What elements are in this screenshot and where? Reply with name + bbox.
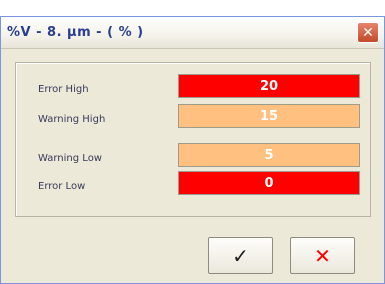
close-icon: ✕ — [362, 24, 374, 41]
window-title: %V - 8. µm - ( % ) — [7, 25, 144, 40]
warning-low-label: Warning Low — [38, 153, 102, 164]
checkmark-icon: ✓ — [232, 243, 249, 268]
ok-button[interactable]: ✓ — [208, 237, 273, 274]
error-low-label: Error Low — [38, 181, 86, 192]
cancel-button[interactable]: ✕ — [290, 237, 355, 274]
error-high-label: Error High — [38, 84, 89, 95]
warning-high-label: Warning High — [38, 114, 106, 125]
cancel-x-icon: ✕ — [314, 243, 331, 268]
warning-high-input[interactable]: 15 — [178, 104, 360, 128]
error-high-input[interactable]: 20 — [178, 74, 360, 98]
title-bar[interactable]: %V - 8. µm - ( % ) ✕ — [1, 17, 384, 49]
threshold-dialog: %V - 8. µm - ( % ) ✕ Error High 20 Warni… — [0, 16, 385, 284]
warning-low-input[interactable]: 5 — [178, 143, 360, 167]
close-button[interactable]: ✕ — [357, 22, 379, 43]
error-low-input[interactable]: 0 — [178, 171, 360, 195]
